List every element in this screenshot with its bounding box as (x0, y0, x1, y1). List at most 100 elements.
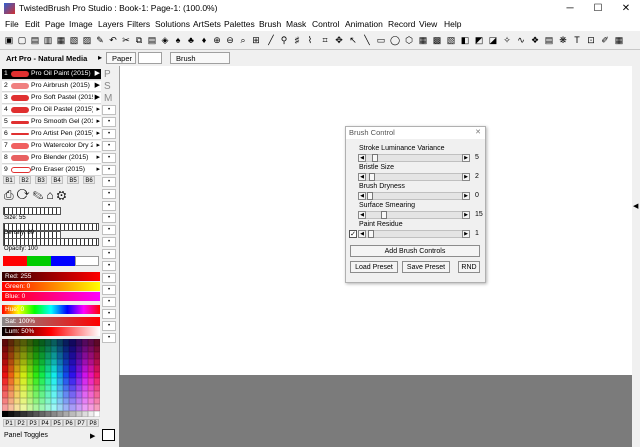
gradient-icon[interactable]: ◧ (460, 35, 470, 45)
slider-right-arrow-icon[interactable]: ▶ (462, 173, 470, 181)
rectangle-icon[interactable]: ▭ (376, 35, 386, 45)
green-slider[interactable]: Green: 0 (2, 282, 100, 291)
brush-item[interactable]: 2 Pro Airbrush (2015) ▶ (2, 81, 101, 92)
stroke-icon[interactable]: ✐ (600, 35, 610, 45)
clone-icon[interactable]: ❖ (530, 35, 540, 45)
paper-swatch[interactable] (138, 52, 162, 64)
side-toggle[interactable]: • (102, 177, 116, 187)
brush-item[interactable]: 4 Pro Oil Pastel (2015) ▸ (2, 105, 101, 116)
side-toggle[interactable]: • (102, 117, 116, 127)
brush-item[interactable]: 1 Pro Oil Paint (2015) ▶ (2, 69, 101, 80)
param-slider[interactable]: ◀ ▶ (358, 192, 470, 200)
brush-arrow-icon[interactable]: ▸ (96, 165, 100, 175)
side-toggle[interactable]: • (102, 165, 116, 175)
zoom-in-icon[interactable]: ⊕ (212, 35, 222, 45)
brush-item[interactable]: 8 Pro Blender (2015) ▸ (2, 153, 101, 164)
slider-thumb[interactable] (367, 192, 373, 200)
slider-left-arrow-icon[interactable]: ◀ (358, 230, 366, 238)
slider-thumb[interactable] (368, 173, 375, 181)
grid-select-icon[interactable]: ▩ (432, 35, 442, 45)
palette-tab[interactable]: P6 (63, 419, 75, 427)
minimize-button[interactable]: ─ (556, 0, 584, 18)
slider-thumb[interactable] (371, 154, 378, 162)
swatch-blue[interactable] (51, 256, 75, 266)
text-icon[interactable]: T (572, 35, 582, 45)
arrow-icon[interactable]: ↖ (348, 35, 358, 45)
zoom-actual-icon[interactable]: ⊞ (251, 35, 261, 45)
side-toggle[interactable]: • (102, 141, 116, 151)
side-toggle[interactable]: • (102, 153, 116, 163)
blue-slider[interactable]: Blue: 0 (2, 292, 100, 301)
save-preset-button[interactable]: Save Preset (402, 261, 450, 273)
side-toggle[interactable]: • (102, 309, 116, 319)
grid-icon[interactable]: ▦ (614, 35, 624, 45)
brush-tool-icon[interactable]: ♠ (173, 35, 183, 45)
side-toggle[interactable]: • (102, 213, 116, 223)
side-letter-p[interactable]: P (104, 69, 111, 80)
menu-control[interactable]: Control (312, 19, 339, 29)
page-icon[interactable]: ▥ (43, 35, 53, 45)
menu-page[interactable]: Page (45, 19, 65, 29)
export-icon[interactable]: ▨ (82, 35, 92, 45)
palette-tab[interactable]: P8 (87, 419, 99, 427)
expand-left-icon[interactable]: ◀ (633, 202, 638, 210)
smudge-icon[interactable]: ♣ (186, 35, 196, 45)
panel-toggles-label[interactable]: Panel Toggles (4, 432, 48, 439)
warp-icon[interactable]: ∿ (516, 35, 526, 45)
brush-settings-icon[interactable]: ⎙ (4, 188, 17, 202)
menu-record[interactable]: Record (388, 19, 415, 29)
luminance-slider[interactable]: Lum: 50% (2, 327, 100, 336)
menu-image[interactable]: Image (69, 19, 93, 29)
brush-item[interactable]: 6 Pro Artist Pen (2015) ▸ (2, 129, 101, 140)
brush-arrow-icon[interactable]: ▶ (95, 69, 100, 79)
brush-item[interactable]: 7 Pro Watercolor Dry 2 ▸ (2, 141, 101, 152)
param-slider[interactable]: ◀ ▶ (358, 173, 470, 181)
brush-item[interactable]: 9 Pro Eraser (2015) ▸ (2, 165, 101, 176)
open-page-icon[interactable]: ▤ (30, 35, 40, 45)
slider-right-arrow-icon[interactable]: ▶ (462, 154, 470, 162)
slider-thumb[interactable] (367, 230, 374, 238)
crop-icon[interactable]: ⌗ (320, 35, 330, 45)
brush-item[interactable]: 3 Pro Soft Pastel (2015) ▶ (2, 93, 101, 104)
menu-animation[interactable]: Animation (345, 19, 383, 29)
swatch-green[interactable] (27, 256, 51, 266)
palette-tab[interactable]: P3 (27, 419, 39, 427)
brush-recycle-icon[interactable]: ⟳ (17, 188, 33, 202)
pen-icon[interactable]: ✎ (95, 35, 105, 45)
bank-button[interactable]: B2 (19, 176, 31, 184)
palette-tab[interactable]: P5 (51, 419, 63, 427)
rect-select-icon[interactable]: ▦ (418, 35, 428, 45)
bank-button[interactable]: B4 (51, 176, 63, 184)
current-color-swatch[interactable] (102, 429, 115, 441)
side-toggle[interactable]: • (102, 333, 116, 343)
panel-toggles-arrow-icon[interactable]: ▶ (90, 432, 95, 440)
cut-icon[interactable]: ✂ (121, 35, 131, 45)
hue-slider[interactable]: Hue: 0 (2, 305, 100, 314)
brush-arrow-icon[interactable]: ▸ (96, 105, 100, 115)
shape-icon[interactable]: ◪ (488, 35, 498, 45)
brush-edit-icon[interactable]: ✎ (32, 188, 46, 202)
side-toggle[interactable]: • (102, 189, 116, 199)
side-toggle[interactable]: • (102, 201, 116, 211)
menu-edit[interactable]: Edit (25, 19, 40, 29)
slider-right-arrow-icon[interactable]: ▶ (462, 192, 470, 200)
side-toggle[interactable]: • (102, 297, 116, 307)
color-palette[interactable] (2, 339, 100, 417)
opacity-slider[interactable] (3, 238, 99, 246)
slider-right-arrow-icon[interactable]: ▶ (462, 211, 470, 219)
paint-residue-checkbox[interactable]: ✓ (349, 230, 357, 238)
side-toggle[interactable]: • (102, 105, 116, 115)
paste-icon[interactable]: ▤ (147, 35, 157, 45)
zoom-out-icon[interactable]: ⊖ (225, 35, 235, 45)
right-panel-toggle[interactable]: ◀ (632, 66, 640, 447)
bank-button[interactable]: B6 (83, 176, 95, 184)
line-icon[interactable]: ╲ (362, 35, 372, 45)
side-toggle[interactable]: • (102, 273, 116, 283)
magic-icon[interactable]: ✧ (502, 35, 512, 45)
param-slider[interactable]: ◀ ▶ (358, 211, 470, 219)
move-icon[interactable]: ✥ (334, 35, 344, 45)
size-slider[interactable] (3, 207, 61, 215)
slider-right-arrow-icon[interactable]: ▶ (462, 230, 470, 238)
brush-arrow-icon[interactable]: ▸ (96, 141, 100, 151)
brush-arrow-icon[interactable]: ▸ (96, 153, 100, 163)
